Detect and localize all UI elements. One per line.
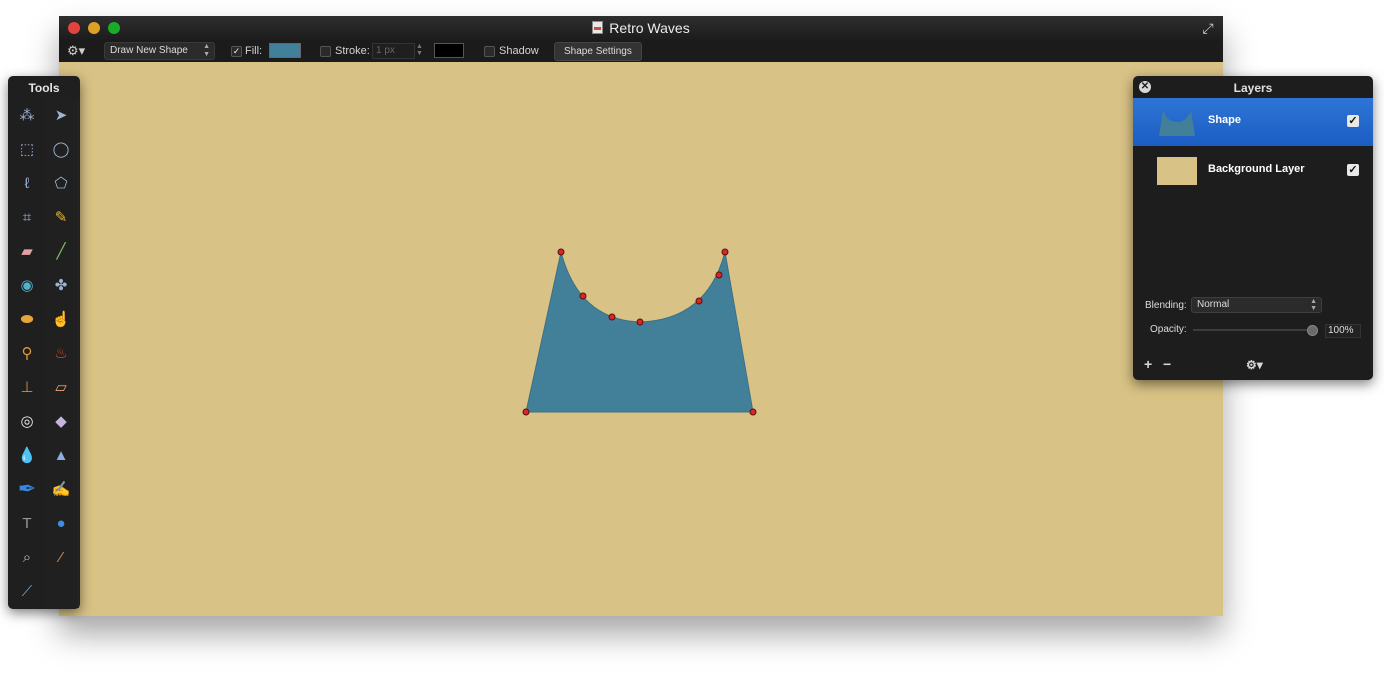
polygon-lasso-icon[interactable]: ⬠ — [44, 166, 79, 200]
zoom-icon[interactable]: ⌕ — [10, 540, 45, 574]
layers-panel-title: Layers — [1233, 81, 1273, 95]
finger-icon[interactable]: ☝ — [44, 302, 79, 336]
window-title: Retro Waves — [609, 20, 690, 36]
opacity-slider-knob[interactable] — [1307, 325, 1318, 336]
freeform-pen-icon[interactable]: ✍ — [44, 472, 79, 506]
shadow-checkbox[interactable] — [484, 46, 495, 57]
lasso-icon[interactable]: ℓ — [10, 166, 45, 200]
shape-settings-button[interactable]: Shape Settings — [554, 42, 642, 61]
stroke-checkbox[interactable] — [320, 46, 331, 57]
opacity-slider[interactable] — [1193, 325, 1318, 336]
tools-panel-title: Tools — [28, 81, 60, 95]
layer-name: Background Layer — [1208, 163, 1305, 175]
empty-tool-slot — [44, 574, 79, 608]
anchor-point[interactable] — [749, 408, 757, 416]
opacity-value-field[interactable]: 100% — [1325, 324, 1361, 338]
layer-thumbnail — [1159, 110, 1195, 136]
pen-icon[interactable]: ✒ — [10, 472, 45, 506]
pencil-icon[interactable]: ✎ — [44, 200, 79, 234]
shape-mode-select[interactable]: Draw New Shape ▲ ▼ — [104, 42, 215, 60]
layer-row-shape[interactable]: Shape ✓ — [1133, 98, 1373, 146]
ellipse-select-icon[interactable]: ◯ — [44, 132, 79, 166]
anchor-point[interactable] — [522, 408, 530, 416]
fill-checkbox[interactable]: ✓ — [231, 46, 242, 57]
document-icon — [592, 21, 604, 34]
blending-label: Blending: — [1145, 300, 1187, 311]
blending-value: Normal — [1197, 299, 1230, 310]
options-toolbar: ⚙▾ Draw New Shape ▲ ▼ ✓ Fill: Stroke: 1 p… — [59, 40, 1223, 62]
cone-icon[interactable]: ▲ — [44, 438, 79, 472]
broom-icon[interactable]: ⚲ — [10, 336, 45, 370]
layer-row-background[interactable]: Background Layer ✓ — [1133, 147, 1373, 195]
select-arrows-icon: ▲ ▼ — [203, 43, 210, 58]
sponge-icon[interactable]: ⬬ — [10, 302, 45, 336]
eyedropper-icon[interactable]: ⁄ — [44, 540, 79, 574]
drop-icon[interactable]: 💧 — [10, 438, 45, 472]
stamp-icon[interactable]: ⊥ — [10, 370, 45, 404]
gear-icon[interactable]: ⚙▾ — [1246, 358, 1263, 372]
add-layer-button[interactable]: + — [1144, 356, 1152, 372]
blur-icon[interactable]: ◉ — [10, 268, 45, 302]
anchor-point[interactable] — [579, 292, 587, 300]
anchor-point[interactable] — [636, 318, 644, 326]
layer-thumbnail — [1157, 157, 1197, 185]
select-arrows-icon: ▲ ▼ — [1310, 298, 1317, 312]
anchor-point[interactable] — [715, 271, 723, 279]
tools-panel: Tools ⁂ ➤ ⬚ ◯ ℓ ⬠ ⌗ ✎ ▰ ╱ ◉ ✤ ⬬ ☝ ⚲ ♨ ⊥ … — [8, 76, 80, 609]
stroke-stepper[interactable]: ▲ ▼ — [416, 43, 423, 57]
layer-visibility-checkbox[interactable]: ✓ — [1347, 164, 1359, 176]
shadow-label: Shadow — [499, 45, 539, 57]
layer-visibility-checkbox[interactable]: ✓ — [1347, 115, 1359, 127]
stroke-color-swatch[interactable] — [434, 43, 464, 58]
red-eye-icon[interactable]: ◎ — [10, 404, 45, 438]
brush-icon[interactable]: ╱ — [44, 234, 79, 268]
burn-icon[interactable]: ♨ — [44, 336, 79, 370]
anchor-point[interactable] — [695, 297, 703, 305]
fill-label: Fill: — [245, 45, 263, 57]
stroke-width-field[interactable]: 1 px — [372, 43, 415, 59]
shape-icon[interactable]: ● — [44, 506, 79, 540]
line-icon[interactable]: ⟋ — [10, 574, 45, 608]
anchor-point[interactable] — [557, 248, 565, 256]
stroke-label: Stroke: — [335, 45, 370, 57]
app-window: Retro Waves ⤢ ⚙▾ Draw New Shape ▲ ▼ ✓ Fil… — [59, 16, 1223, 616]
image-canvas[interactable] — [59, 62, 1223, 616]
layer-name: Shape — [1208, 114, 1242, 126]
smudge-icon[interactable]: ✤ — [44, 268, 79, 302]
eraser-icon[interactable]: ▰ — [10, 234, 45, 268]
gear-icon[interactable]: ⚙▾ — [67, 40, 87, 62]
rect-select-icon[interactable]: ⬚ — [10, 132, 45, 166]
shape-mode-value: Draw New Shape — [110, 45, 188, 56]
fullscreen-icon[interactable]: ⤢ — [1201, 21, 1215, 35]
blending-select[interactable]: Normal ▲ ▼ — [1191, 297, 1322, 313]
anchor-point[interactable] — [721, 248, 729, 256]
move-icon[interactable]: ➤ — [44, 98, 79, 132]
eraser-block-icon[interactable]: ◆ — [44, 404, 79, 438]
fill-color-swatch[interactable] — [269, 43, 301, 58]
remove-layer-button[interactable]: − — [1163, 356, 1171, 372]
crop-icon[interactable]: ⌗ — [10, 200, 45, 234]
opacity-label: Opacity: — [1150, 324, 1187, 335]
title-bar: Retro Waves ⤢ — [59, 16, 1223, 40]
canvas-drawing — [522, 248, 757, 416]
bandage-icon[interactable]: ▱ — [44, 370, 79, 404]
anchor-point[interactable] — [608, 313, 616, 321]
text-icon[interactable]: T — [10, 506, 45, 540]
window-title-wrap: Retro Waves — [59, 16, 1223, 40]
magic-wand-icon[interactable]: ⁂ — [10, 98, 45, 132]
layers-panel: ✕ Layers Shape ✓ Background Layer ✓ Blen… — [1133, 76, 1373, 380]
